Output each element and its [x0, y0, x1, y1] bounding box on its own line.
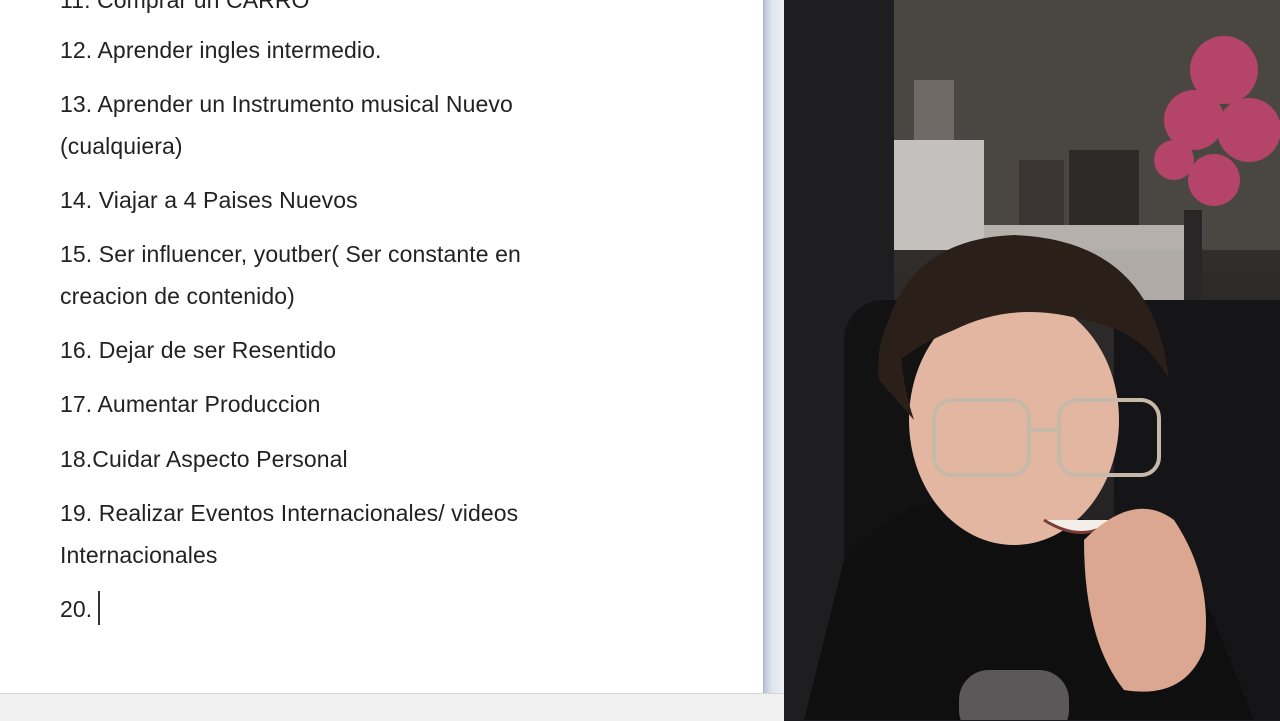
list-item-text: Internacionales: [60, 542, 218, 568]
webcam-image: [784, 0, 1280, 720]
list-item-continuation[interactable]: (cualquiera): [60, 126, 183, 167]
list-item-text: creacion de contenido): [60, 283, 295, 309]
list-item-text: 14. Viajar a 4 Paises Nuevos: [60, 187, 358, 213]
list-item-text: 13. Aprender un Instrumento musical Nuev…: [60, 91, 513, 117]
list-item-continuation[interactable]: Internacionales: [60, 535, 218, 576]
list-item-text: 17. Aumentar Produccion: [60, 391, 321, 417]
list-item-text: 15. Ser influencer, youtber( Ser constan…: [60, 241, 521, 267]
list-item[interactable]: 12. Aprender ingles intermedio.: [60, 30, 381, 71]
list-item[interactable]: 15. Ser influencer, youtber( Ser constan…: [60, 234, 521, 275]
list-item-text: 20.: [60, 596, 93, 622]
list-item-current[interactable]: 20.: [60, 589, 100, 630]
list-item[interactable]: 14. Viajar a 4 Paises Nuevos: [60, 180, 358, 221]
list-item-text: 12. Aprender ingles intermedio.: [60, 37, 382, 63]
document-editor[interactable]: 11. Comprar un CARRO 12. Aprender ingles…: [0, 0, 763, 693]
list-item[interactable]: 17. Aumentar Produccion: [60, 384, 321, 425]
list-item[interactable]: 11. Comprar un CARRO: [60, 0, 310, 21]
list-item-text: (cualquiera): [60, 133, 183, 159]
webcam-overlay: [784, 0, 1280, 720]
list-item-text: 18.Cuidar Aspecto Personal: [60, 446, 348, 472]
list-item-text: 16. Dejar de ser Resentido: [60, 337, 337, 363]
list-item-text: 11. Comprar un CARRO: [60, 0, 310, 13]
list-item[interactable]: 19. Realizar Eventos Internacionales/ vi…: [60, 493, 518, 534]
list-item-text: 19. Realizar Eventos Internacionales/ vi…: [60, 500, 519, 526]
status-bar: [0, 693, 784, 721]
editor-gutter: [763, 0, 785, 693]
list-item-continuation[interactable]: creacion de contenido): [60, 276, 295, 317]
list-item[interactable]: 16. Dejar de ser Resentido: [60, 330, 336, 371]
list-item[interactable]: 13. Aprender un Instrumento musical Nuev…: [60, 84, 513, 125]
list-item[interactable]: 18.Cuidar Aspecto Personal: [60, 439, 348, 480]
text-cursor: [98, 591, 100, 625]
